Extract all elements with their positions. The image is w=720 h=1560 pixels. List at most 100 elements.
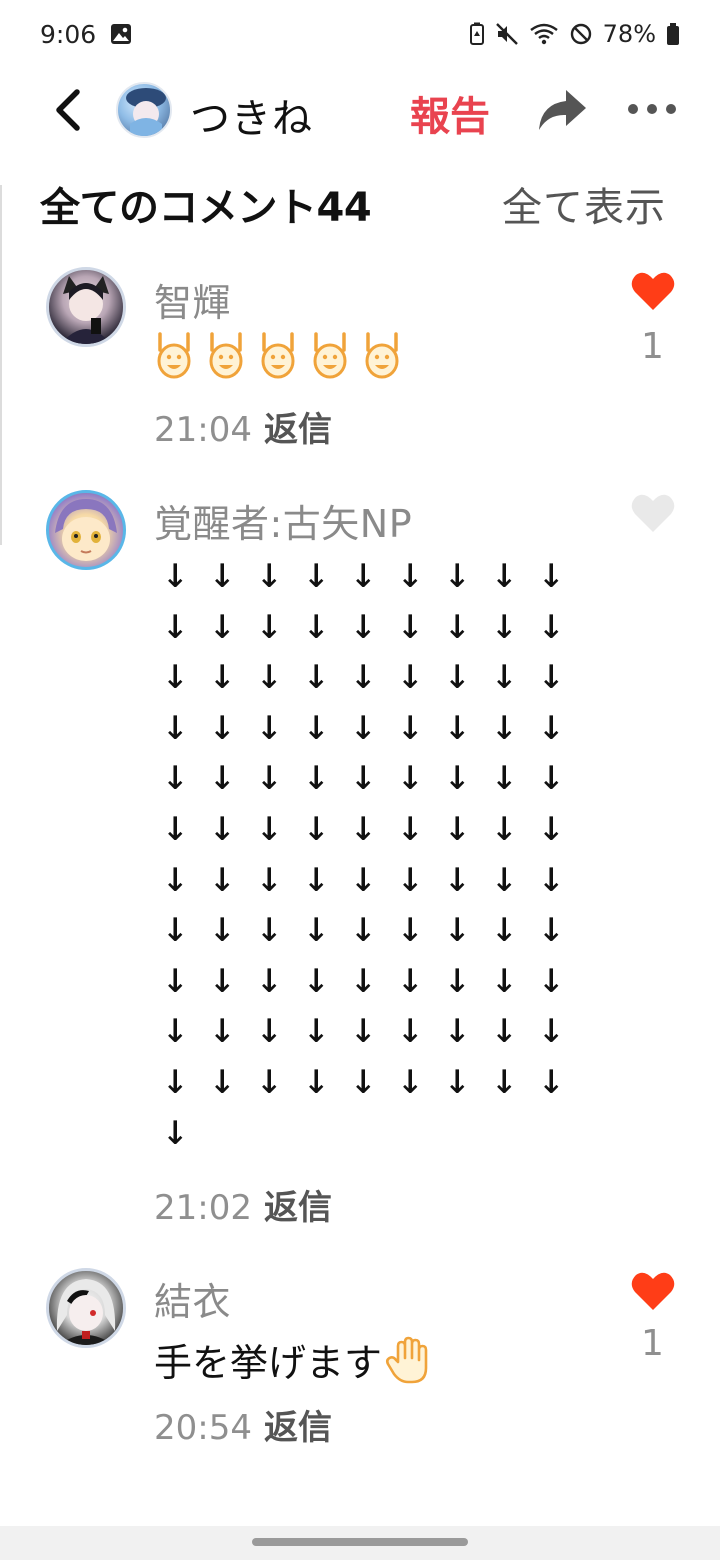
reply-button[interactable]: 返信 <box>264 1188 332 1228</box>
down-arrow: ↓ <box>256 648 283 700</box>
avatar[interactable] <box>46 1268 126 1348</box>
down-arrow: ↓ <box>162 698 189 750</box>
comment-time: 20:54 <box>154 1408 252 1448</box>
down-arrow: ↓ <box>303 901 330 953</box>
down-arrow: ↓ <box>256 1052 283 1104</box>
heart-icon[interactable] <box>630 1270 676 1312</box>
more-icon[interactable] <box>628 94 676 124</box>
raised-hands-face-emoji <box>157 332 191 379</box>
down-arrow: ↓ <box>444 547 471 598</box>
comment-body: ↓ ↓ ↓ ↓ ↓ ↓ ↓ ↓ ↓ ↓ ↓ ↓ ↓ ↓ ↓ ↓ ↓ ↓ ↓ ↓ ↓ ↓ ↓ ↓ ↓ ↓ ↓ ↓ ↓ ↓ ↓ ↓ ↓ ↓ ↓ ↓ ↓ ↓ ↓ ↓… <box>162 547 585 1156</box>
comment-username[interactable]: 智輝 <box>154 272 231 327</box>
down-arrow: ↓ <box>397 901 424 953</box>
header-avatar[interactable] <box>116 82 172 138</box>
share-icon[interactable] <box>536 86 588 134</box>
down-arrow: ↓ <box>162 597 189 649</box>
arrow-row: ↓ ↓ ↓ ↓ ↓ ↓ ↓ ↓ ↓ <box>162 850 585 903</box>
down-arrow: ↓ <box>256 1002 283 1054</box>
heart-icon[interactable] <box>630 492 676 534</box>
arrow-row: ↓ <box>162 1103 585 1156</box>
wifi-icon <box>529 22 559 46</box>
reply-button[interactable]: 返信 <box>264 1408 332 1448</box>
comment-username[interactable]: 覚醒者:古矢NP <box>154 493 412 548</box>
down-arrow: ↓ <box>209 799 236 851</box>
down-arrow: ↓ <box>538 1002 565 1054</box>
arrow-row: ↓ ↓ ↓ ↓ ↓ ↓ ↓ ↓ ↓ <box>162 698 585 751</box>
comment-body: 手を挙げます <box>154 1332 432 1387</box>
down-arrow: ↓ <box>209 547 236 598</box>
down-arrow: ↓ <box>209 901 236 953</box>
back-icon[interactable] <box>44 82 92 138</box>
like-count: 1 <box>641 326 664 367</box>
heart-icon[interactable] <box>630 270 676 312</box>
down-arrow: ↓ <box>397 1002 424 1054</box>
battery-icon <box>666 22 680 46</box>
down-arrow: ↓ <box>444 648 471 700</box>
down-arrow: ↓ <box>303 799 330 851</box>
down-arrow: ↓ <box>538 547 565 598</box>
down-arrow: ↓ <box>444 1002 471 1054</box>
report-button[interactable]: 報告 <box>410 84 490 142</box>
down-arrow: ↓ <box>491 901 518 953</box>
raised-hand-emoji <box>385 1336 428 1384</box>
down-arrow: ↓ <box>303 850 330 902</box>
raised-hands-face-emoji <box>261 332 295 379</box>
comment-meta: 20:54 返信 <box>154 1400 332 1449</box>
down-arrow: ↓ <box>491 799 518 851</box>
down-arrow: ↓ <box>209 648 236 700</box>
avatar[interactable] <box>46 490 126 570</box>
down-arrow: ↓ <box>538 597 565 649</box>
down-arrow: ↓ <box>303 597 330 649</box>
image-icon <box>110 23 132 45</box>
down-arrow: ↓ <box>491 951 518 1003</box>
down-arrow: ↓ <box>538 1052 565 1104</box>
down-arrow: ↓ <box>350 648 377 700</box>
arrow-row: ↓ ↓ ↓ ↓ ↓ ↓ ↓ ↓ ↓ <box>162 1052 585 1105</box>
down-arrow: ↓ <box>538 648 565 700</box>
down-arrow: ↓ <box>162 799 189 851</box>
arrow-row: ↓ ↓ ↓ ↓ ↓ ↓ ↓ ↓ ↓ <box>162 1003 585 1054</box>
down-arrow: ↓ <box>303 749 330 801</box>
down-arrow: ↓ <box>350 901 377 953</box>
raised-hands-face-emoji <box>209 332 243 379</box>
home-indicator[interactable] <box>252 1538 468 1546</box>
header-username[interactable]: つきね <box>190 86 313 144</box>
comments-screen: 9:06 78% つきね 報告 全てのコメント44 全て表示 智輝 21:04 … <box>0 0 720 1560</box>
down-arrow: ↓ <box>162 1103 189 1155</box>
down-arrow: ↓ <box>397 799 424 851</box>
show-all-link[interactable]: 全て表示 <box>502 175 666 233</box>
down-arrow: ↓ <box>491 749 518 801</box>
down-arrow: ↓ <box>350 1052 377 1104</box>
down-arrow: ↓ <box>162 901 189 953</box>
down-arrow: ↓ <box>444 901 471 953</box>
down-arrow: ↓ <box>444 1052 471 1104</box>
comment-meta: 21:02 返信 <box>154 1180 332 1229</box>
arrow-row: ↓ ↓ ↓ ↓ ↓ ↓ ↓ ↓ ↓ <box>162 649 585 700</box>
down-arrow: ↓ <box>256 799 283 851</box>
down-arrow: ↓ <box>538 698 565 750</box>
status-bar: 9:06 78% <box>0 0 720 68</box>
down-arrow: ↓ <box>444 850 471 902</box>
down-arrow: ↓ <box>162 547 189 598</box>
comment-username[interactable]: 結衣 <box>154 1271 231 1326</box>
down-arrow: ↓ <box>162 1002 189 1054</box>
down-arrow: ↓ <box>538 850 565 902</box>
down-arrow: ↓ <box>256 951 283 1003</box>
down-arrow: ↓ <box>162 951 189 1003</box>
down-arrow: ↓ <box>538 799 565 851</box>
reply-button[interactable]: 返信 <box>264 410 332 450</box>
down-arrow: ↓ <box>491 1002 518 1054</box>
down-arrow: ↓ <box>303 698 330 750</box>
down-arrow: ↓ <box>350 597 377 649</box>
comments-title: 全てのコメント44 <box>40 185 372 231</box>
top-app-bar: つきね 報告 <box>0 68 720 152</box>
comment-time: 21:04 <box>154 410 252 450</box>
down-arrow: ↓ <box>350 749 377 801</box>
down-arrow: ↓ <box>303 648 330 700</box>
divider <box>0 185 2 545</box>
comment-text: 手を挙げます <box>154 1341 383 1385</box>
raised-hands-face-emoji <box>313 332 347 379</box>
avatar[interactable] <box>46 267 126 347</box>
down-arrow: ↓ <box>350 1002 377 1054</box>
down-arrow: ↓ <box>162 749 189 801</box>
